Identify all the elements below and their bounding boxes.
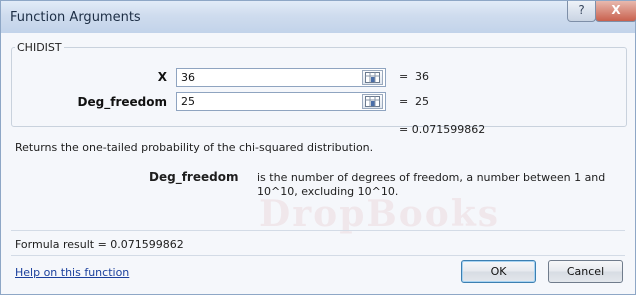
ok-button[interactable]: OK — [461, 260, 536, 283]
arguments-group — [11, 47, 627, 127]
title-bar[interactable]: Function Arguments ? X — [1, 1, 636, 33]
function-arguments-dialog: Function Arguments ? X CHIDIST X = 36 De… — [0, 0, 636, 295]
watermark: DropBooks — [259, 193, 501, 235]
close-button[interactable]: X — [595, 1, 636, 22]
deg-freedom-input[interactable] — [176, 92, 386, 111]
dialog-body: CHIDIST X = 36 Deg_freedom — [1, 33, 635, 294]
x-result: 36 — [415, 70, 429, 83]
formula-result: Formula result = 0.071599862 — [15, 238, 184, 251]
divider — [11, 230, 625, 231]
help-button[interactable]: ? — [567, 1, 596, 22]
deg-freedom-equals: = — [399, 95, 409, 108]
divider — [11, 255, 625, 256]
x-equals: = — [399, 70, 409, 83]
arg-label-deg-freedom: Deg_freedom — [77, 95, 167, 109]
x-collapse-button[interactable] — [362, 70, 383, 85]
dialog-title: Function Arguments — [10, 10, 141, 25]
arg-help-name: Deg_freedom — [149, 170, 239, 184]
x-input[interactable] — [176, 68, 386, 87]
range-select-icon — [365, 72, 380, 83]
deg-freedom-collapse-button[interactable] — [362, 94, 383, 109]
range-select-icon — [365, 96, 380, 107]
cancel-button[interactable]: Cancel — [548, 260, 623, 283]
arg-label-x: X — [157, 70, 167, 84]
function-description: Returns the one-tailed probability of th… — [15, 141, 374, 154]
function-name: CHIDIST — [15, 41, 64, 54]
deg-freedom-result: 25 — [415, 95, 429, 108]
function-result: = 0.071599862 — [399, 123, 486, 136]
help-on-function-link[interactable]: Help on this function — [15, 266, 129, 279]
